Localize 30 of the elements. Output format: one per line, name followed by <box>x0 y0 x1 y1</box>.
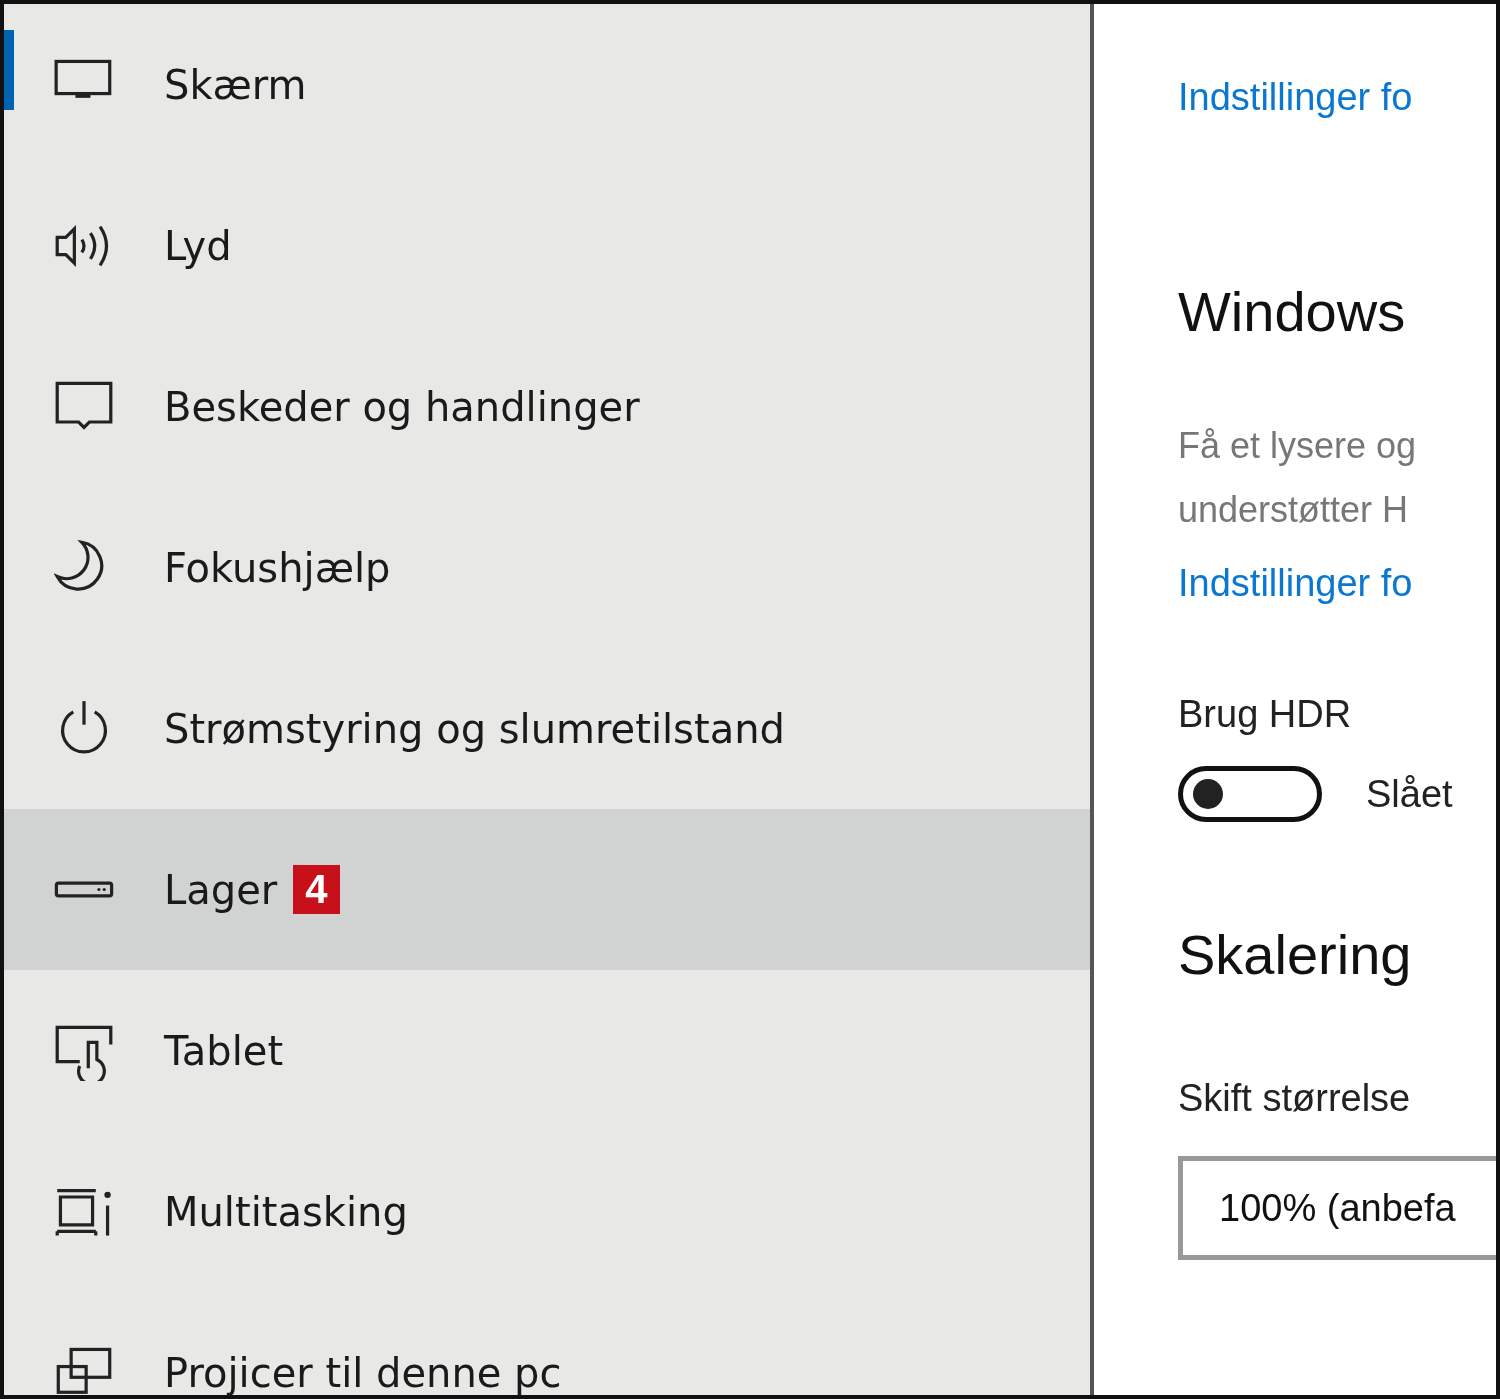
sidebar-item-label: Tablet <box>164 1027 284 1074</box>
annotation-number: 4 <box>293 865 340 914</box>
toggle-state-text: Slået <box>1366 772 1453 816</box>
settings-link[interactable]: Indstillinger fo <box>1178 562 1413 605</box>
setting-label: Brug HDR <box>1178 693 1352 736</box>
sidebar-item[interactable]: Lager 4 <box>4 809 1090 970</box>
toggle-switch[interactable] <box>1178 766 1322 822</box>
sidebar-item[interactable]: Beskeder og handlinger <box>4 326 1090 487</box>
settings-link[interactable]: Indstillinger fo <box>1178 76 1413 119</box>
storage-drive-icon <box>54 881 114 898</box>
sidebar-item-label: Lager <box>164 866 278 913</box>
sidebar-item[interactable]: Skærm <box>4 4 1090 165</box>
section-heading: Skalering <box>1178 922 1412 987</box>
sidebar-item[interactable]: Multitasking <box>4 1131 1090 1292</box>
sidebar-item-label: Strømstyring og slumretilstand <box>164 705 785 752</box>
sidebar-item[interactable]: Strømstyring og slumretilstand <box>4 648 1090 809</box>
sidebar-item[interactable]: Lyd <box>4 165 1090 326</box>
sidebar-item-label: Fokushjælp <box>164 544 391 591</box>
sidebar-item-label: Projicer til denne pc <box>164 1349 562 1395</box>
sidebar-item-label: Beskeder og handlinger <box>164 383 640 430</box>
sidebar-item-label: Skærm <box>164 61 307 108</box>
scale-dropdown[interactable]: 100% (anbefa <box>1178 1156 1496 1260</box>
sidebar-item-label: Lyd <box>164 222 232 269</box>
sidebar-item[interactable]: Projicer til denne pc <box>4 1292 1090 1395</box>
setting-label: Skift størrelse <box>1178 1077 1411 1120</box>
section-heading: Windows <box>1178 279 1406 344</box>
sidebar-item[interactable]: Fokushjælp <box>4 487 1090 648</box>
sidebar-item[interactable]: Tablet <box>4 970 1090 1131</box>
description-text: Få et lysere og understøtter H <box>1178 424 1417 532</box>
sidebar-item-label: Multitasking <box>164 1188 408 1235</box>
